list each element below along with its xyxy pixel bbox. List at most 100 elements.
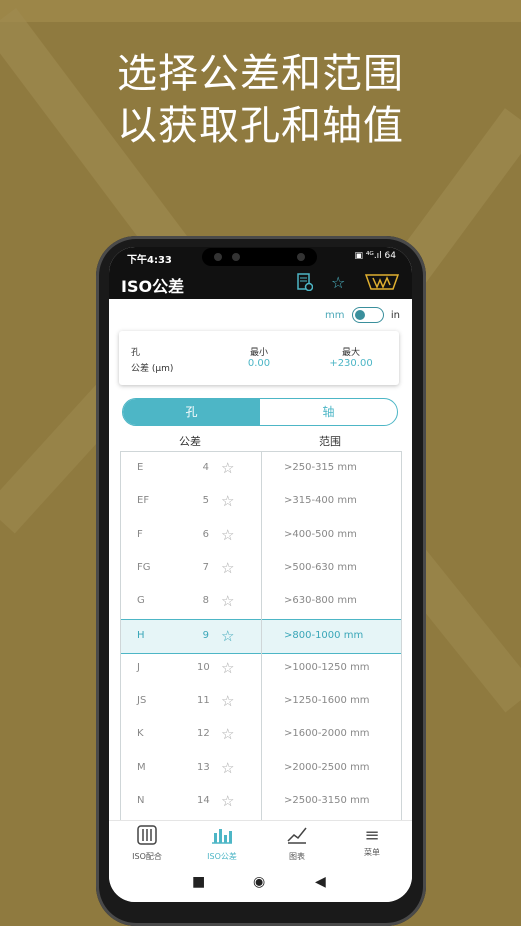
nav-chart[interactable]: 图表 <box>267 825 327 862</box>
selection-table: E 4 ☆ >250-315 mm EF 5 ☆ >315-400 mm F 6 ☆ >400-500… <box>120 451 402 822</box>
range-column-header: 范围 <box>319 435 341 448</box>
tolerance-code: M <box>137 761 146 773</box>
tolerance-row[interactable]: F 6 ☆ <box>121 519 261 552</box>
range-value: >800-1000 mm <box>284 629 364 641</box>
range-row[interactable]: >630-800 mm <box>262 585 401 618</box>
tolerance-grade: 11 <box>197 695 210 707</box>
switch-knob <box>354 310 365 320</box>
range-value: >250-315 mm <box>284 462 357 473</box>
app-title: ISO公差 <box>121 277 185 296</box>
bottom-navigation: ISO配合 ISO公差 图表 ≡ 菜单 <box>109 820 412 865</box>
result-card: 孔 公差 (μm) 最小 0.00 最大 +230.00 <box>119 331 399 385</box>
nav-iso-fit[interactable]: ISO配合 <box>117 825 177 862</box>
unit-in-label: in <box>390 310 400 321</box>
favorite-star-icon[interactable]: ☆ <box>331 273 345 292</box>
tolerance-code: N <box>137 795 145 806</box>
camera-notch <box>202 248 317 266</box>
recent-apps-icon[interactable]: ■ <box>192 874 205 890</box>
unit-switch[interactable] <box>351 307 384 323</box>
menu-icon: ≡ <box>364 825 380 846</box>
range-row[interactable]: >2500-3150 mm <box>262 785 401 818</box>
headline-line-1: 选择公差和范围 <box>117 51 404 97</box>
nav-label: ISO公差 <box>207 852 237 861</box>
favorite-star-icon[interactable]: ☆ <box>221 559 234 577</box>
tolerance-row[interactable]: JS 11 ☆ <box>121 685 261 718</box>
range-row[interactable]: >250-315 mm <box>262 452 401 485</box>
favorite-star-icon[interactable]: ☆ <box>221 792 234 810</box>
report-icon[interactable] <box>297 273 314 295</box>
headline-line-2: 以获取孔和轴值 <box>117 103 404 149</box>
tolerance-code: G <box>137 595 145 607</box>
tolerance-row[interactable]: N 14 ☆ <box>121 785 261 818</box>
tolerance-code: JS <box>137 695 147 707</box>
segment-shaft[interactable]: 轴 <box>260 399 397 425</box>
favorite-star-icon[interactable]: ☆ <box>221 692 234 710</box>
favorite-star-icon[interactable]: ☆ <box>221 659 234 677</box>
favorite-star-icon[interactable]: ☆ <box>221 759 234 777</box>
range-row[interactable]: >1250-1600 mm <box>262 685 401 718</box>
range-row[interactable]: >800-1000 mm <box>262 618 401 654</box>
unit-mm-label: mm <box>325 310 345 321</box>
tolerance-code: H <box>137 629 145 641</box>
system-navigation: ■ ◉ ◀ <box>109 864 412 902</box>
range-row[interactable]: >1600-2000 mm <box>262 718 401 751</box>
app-bar: ISO公差 ☆ <box>109 267 412 299</box>
nav-menu[interactable]: ≡ 菜单 <box>342 825 402 858</box>
card-type-label: 孔 <box>131 348 141 358</box>
tolerance-row[interactable]: K 12 ☆ <box>121 718 261 751</box>
favorite-star-icon[interactable]: ☆ <box>221 492 234 510</box>
range-value: >1250-1600 mm <box>284 695 370 707</box>
range-row[interactable]: >315-400 mm <box>262 485 401 518</box>
bar-chart-icon <box>192 825 252 851</box>
favorite-star-icon[interactable]: ☆ <box>221 592 234 610</box>
range-value: >315-400 mm <box>284 495 357 507</box>
line-chart-icon <box>267 825 327 851</box>
range-row[interactable]: >500-630 mm <box>262 552 401 585</box>
tolerance-grade: 6 <box>202 528 209 540</box>
range-row[interactable]: >400-500 mm <box>262 519 401 552</box>
promo-headline: 选择公差和范围 以获取孔和轴值 <box>0 48 521 152</box>
range-row[interactable]: >1000-1250 mm <box>262 652 401 685</box>
back-icon[interactable]: ◀ <box>315 874 326 890</box>
range-value: >2000-2500 mm <box>284 761 370 773</box>
tolerance-grade: 8 <box>202 595 209 607</box>
min-value: 0.00 <box>247 358 271 369</box>
tolerance-row[interactable]: FG 7 ☆ <box>121 552 261 585</box>
column-divider <box>261 452 262 821</box>
phone-screen: 下午4:33 ▣ ⁴ᴳ.ıl 64 ISO公差 ☆ mm in 孔 公差 (μm… <box>109 247 412 902</box>
tolerance-row[interactable]: G 8 ☆ <box>121 585 261 618</box>
tolerance-code: FG <box>137 561 151 573</box>
tolerance-row[interactable]: H 9 ☆ <box>121 618 261 654</box>
status-icons: ▣ ⁴ᴳ.ıl 64 <box>354 251 396 261</box>
tolerance-grade: 13 <box>197 761 210 773</box>
logo-icon <box>364 273 400 295</box>
segment-hole[interactable]: 孔 <box>123 399 260 425</box>
tolerance-row[interactable]: J 10 ☆ <box>121 652 261 685</box>
tolerance-code: E <box>137 462 144 473</box>
favorite-star-icon[interactable]: ☆ <box>221 725 234 743</box>
favorite-star-icon[interactable]: ☆ <box>221 459 234 477</box>
card-unit-label: 公差 (μm) <box>131 364 174 374</box>
nav-iso-tolerance[interactable]: ISO公差 <box>192 825 252 862</box>
tolerance-grade: 10 <box>197 661 210 673</box>
tolerance-row[interactable]: E 4 ☆ <box>121 452 261 485</box>
tolerance-code: J <box>137 661 140 673</box>
tolerance-row[interactable]: EF 5 ☆ <box>121 485 261 518</box>
favorite-star-icon[interactable]: ☆ <box>221 627 234 645</box>
max-value: +230.00 <box>329 358 373 369</box>
tolerance-grade: 12 <box>197 728 210 740</box>
tolerance-code: F <box>137 528 143 540</box>
range-value: >500-630 mm <box>284 561 357 573</box>
tolerance-grade: 7 <box>202 561 209 573</box>
max-block: 最大 +230.00 <box>316 345 386 369</box>
min-label: 最小 <box>249 348 268 358</box>
tolerance-column-header: 公差 <box>179 435 201 448</box>
tolerance-row[interactable]: M 13 ☆ <box>121 752 261 785</box>
range-value: >630-800 mm <box>284 595 357 607</box>
favorite-star-icon[interactable]: ☆ <box>221 526 234 544</box>
status-bar: 下午4:33 ▣ ⁴ᴳ.ıl 64 <box>109 247 412 267</box>
home-icon[interactable]: ◉ <box>253 874 265 890</box>
range-row[interactable]: >2000-2500 mm <box>262 752 401 785</box>
min-block: 最小 0.00 <box>224 345 294 369</box>
unit-toggle[interactable]: mm in <box>325 307 400 323</box>
